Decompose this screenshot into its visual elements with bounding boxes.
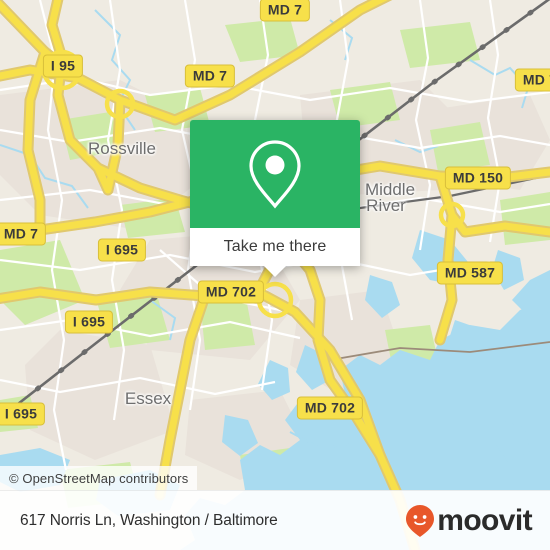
road-shield: MD 7 — [0, 222, 47, 246]
map-pin-icon — [249, 140, 301, 209]
address-text: 617 Norris Ln, Washington / Baltimore — [20, 511, 278, 529]
location-callout-card[interactable]: Take me there — [190, 120, 360, 277]
callout-pin-panel — [190, 120, 360, 228]
osm-attribution[interactable]: © OpenStreetMap contributors — [0, 466, 198, 490]
callout-tail — [264, 266, 286, 277]
road-shield: MD 702 — [197, 280, 265, 304]
road-shield: I 95 — [42, 54, 84, 78]
moovit-pin-smiley-icon — [406, 504, 435, 537]
osm-attribution-text: © OpenStreetMap contributors — [9, 470, 189, 486]
road-shield: I 695 — [64, 310, 114, 334]
take-me-there-button[interactable]: Take me there — [190, 228, 360, 277]
road-shield: MD 7 — [514, 68, 550, 92]
road-shield: MD 150 — [444, 166, 512, 190]
road-shield: MD 7 — [184, 64, 236, 88]
moovit-wordmark: moovit — [437, 503, 532, 537]
road-shield: MD 587 — [436, 261, 504, 285]
take-me-there-label: Take me there — [223, 238, 327, 255]
bottom-info-bar: 617 Norris Ln, Washington / Baltimore mo… — [0, 490, 550, 550]
map-screenshot-root: Rossville Middle River Essex MD 7I 95 MD 7 MD… — [0, 0, 550, 550]
road-shield: I 695 — [0, 402, 46, 426]
road-shield: MD 702 — [296, 396, 364, 420]
road-shield: I 695 — [97, 238, 147, 262]
moovit-logo[interactable]: moovit — [405, 503, 533, 538]
road-shield: MD 7 — [259, 0, 311, 22]
